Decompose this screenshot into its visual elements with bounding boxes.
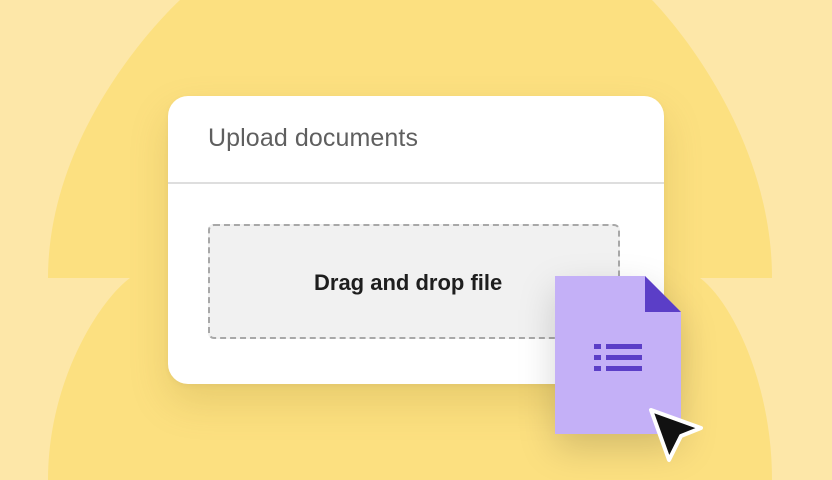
arrow-cursor-icon [649,408,703,462]
card-title: Upload documents [208,124,419,152]
card-header: Upload documents [168,96,664,184]
